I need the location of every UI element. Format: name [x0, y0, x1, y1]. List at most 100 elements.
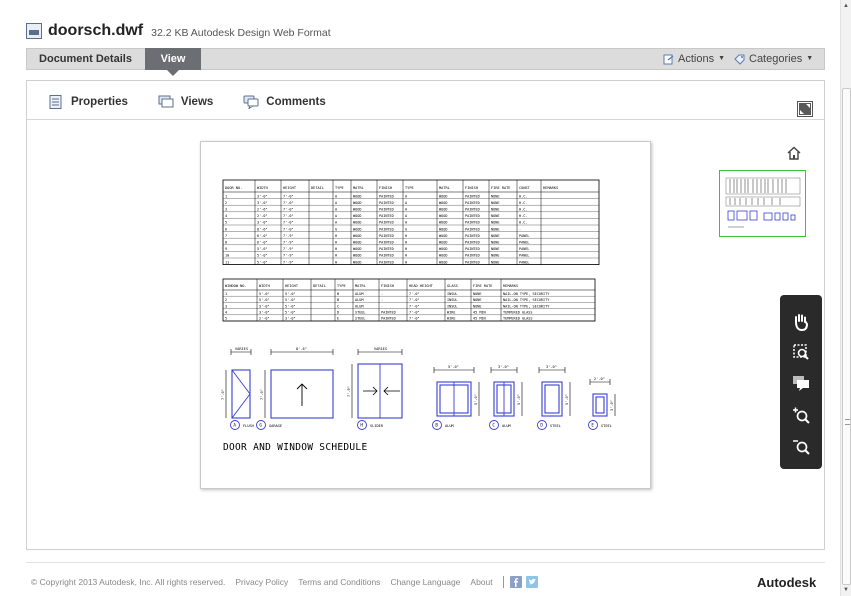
page-scrollbar[interactable]: ▲ ▼ [840, 0, 851, 596]
window-schedule-cell: 7'-0" [409, 292, 420, 296]
terms-link[interactable]: Terms and Conditions [298, 577, 380, 587]
door-schedule-cell: A [335, 221, 338, 225]
window-schedule-cell: - [381, 298, 383, 302]
door-schedule-cell: 5'-0" [257, 254, 268, 258]
door-schedule-cell: PAINTED [465, 201, 480, 205]
door-schedule-cell: PAINTED [379, 221, 394, 225]
door-schedule-cell: 10 [225, 254, 229, 258]
dimension-label: 3'-0" [498, 365, 509, 369]
door-schedule-cell: WOOD [439, 247, 447, 251]
window-schedule-cell: B [337, 292, 339, 296]
door-schedule-cell: WOOD [439, 241, 447, 245]
dimension-label: 8'-6" [296, 347, 307, 351]
navigation-thumbnail[interactable] [719, 170, 806, 237]
door-schedule-cell: PAINTED [379, 241, 394, 245]
door-schedule-cell: NONE [491, 241, 499, 245]
thumbnail-preview [725, 177, 801, 228]
elevation-label: STEEL [601, 424, 612, 428]
door-schedule-cell: PAINTED [379, 227, 394, 231]
door-schedule-cell: H [335, 247, 337, 251]
window-schedule-cell: WIRE [447, 317, 455, 321]
door-schedule-cell: 7'-9" [283, 260, 294, 264]
window-schedule-header-cell: GLASS [447, 284, 458, 288]
views-icon [158, 95, 174, 108]
expand-icon[interactable] [797, 101, 813, 117]
zoom-out-icon[interactable] [791, 436, 811, 456]
door-schedule-cell: NONE [491, 201, 499, 205]
door-schedule-cell: WOOD [353, 241, 361, 245]
window-schedule-cell: NAIL-ON TYPE, SECURITY [503, 298, 550, 302]
window-schedule-cell: 2 [225, 298, 227, 302]
door-schedule-cell: 2'-6" [257, 208, 268, 212]
window-schedule-cell: 3'-0" [259, 304, 270, 308]
scrollbar-thumb[interactable] [842, 88, 851, 585]
door-schedule-cell: WOOD [353, 254, 361, 258]
door-schedule-cell: NONE [491, 234, 499, 238]
door-schedule-cell: PANEL [519, 260, 530, 264]
autodesk-logo[interactable]: Autodesk [757, 575, 816, 590]
dimension-label: 3'-0" [546, 365, 557, 369]
door-schedule-cell: PAINTED [465, 194, 480, 198]
door-schedule-cell: 2 [225, 201, 227, 205]
door-schedule-cell: 6'-0" [257, 241, 268, 245]
door-schedule-header-cell: HEIGHT [283, 186, 297, 190]
privacy-policy-link[interactable]: Privacy Policy [235, 577, 288, 587]
window-schedule-header-cell: TYPE [337, 284, 346, 288]
markup-comment-icon[interactable] [791, 373, 811, 393]
subtab-properties[interactable]: Properties [48, 95, 128, 109]
facebook-icon[interactable] [509, 576, 522, 588]
window-schedule-cell: - [381, 292, 383, 296]
scroll-up-arrow-icon[interactable]: ▲ [843, 3, 849, 9]
zoom-in-icon[interactable] [791, 405, 811, 425]
subtab-views[interactable]: Views [158, 95, 213, 109]
pan-hand-icon[interactable] [791, 312, 811, 332]
door-schedule-cell: 3'-0" [257, 201, 268, 205]
scroll-down-arrow-icon[interactable]: ▼ [843, 587, 849, 593]
document-tab-bar: Document Details View Actions ▼ Categori… [26, 48, 825, 76]
comments-label: Comments [266, 96, 326, 108]
door-schedule-cell: H.C. [519, 194, 527, 198]
window-schedule-cell: 3 [225, 304, 227, 308]
door-schedule-cell: PAINTED [379, 234, 394, 238]
door-schedule-cell: 6'-0" [257, 234, 268, 238]
door-schedule-cell: WOOD [439, 260, 447, 264]
door-schedule-cell: H [405, 254, 407, 258]
home-icon[interactable] [786, 146, 802, 160]
drawing-sheet[interactable]: DOOR NO. WIDTH HEIGHT DETAIL TYPE MATRL FINISH… [200, 141, 651, 489]
door-schedule-cell: 2'-0" [257, 214, 268, 218]
file-meta: 32.2 KB Autodesk Design Web Format [151, 26, 331, 39]
door-schedule-cell: H [405, 247, 407, 251]
window-schedule-header-cell: HEIGHT [285, 284, 299, 288]
twitter-icon[interactable] [525, 576, 538, 588]
actions-icon [663, 54, 674, 64]
door-schedule-cell: NONE [491, 254, 499, 258]
door-schedule-cell: WOOD [439, 254, 447, 258]
about-link[interactable]: About [470, 577, 492, 587]
window-glazing [544, 384, 560, 414]
change-language-link[interactable]: Change Language [390, 577, 460, 587]
door-schedule-cell: A [405, 201, 408, 205]
door-schedule-header-cell: CONST [519, 186, 531, 190]
door-schedule-cell: 6 [225, 227, 227, 231]
zoom-window-icon[interactable] [791, 342, 811, 362]
categories-menu-button[interactable]: Categories ▼ [734, 49, 813, 69]
door-schedule-cell: A [335, 194, 338, 198]
door-schedule-cell: PAINTED [465, 227, 480, 231]
door-schedule-cell: 7'-0" [283, 194, 294, 198]
door-schedule-cell: H [335, 234, 337, 238]
window-schedule-cell: TEMPERED GLASS [503, 311, 533, 315]
tab-document-details[interactable]: Document Details [27, 48, 144, 70]
subtab-comments[interactable]: Comments [243, 95, 326, 109]
elevation-label: STEEL [550, 424, 561, 428]
door-schedule-cell: H [335, 241, 337, 245]
window-schedule-cell: INSUL [447, 298, 458, 302]
door-schedule-cell: PAINTED [379, 254, 394, 258]
door-schedule-cell: A [335, 201, 338, 205]
door-schedule-cell: NONE [491, 227, 499, 231]
tab-view[interactable]: View [145, 48, 201, 76]
window-schedule-cell: D [337, 311, 339, 315]
actions-menu-button[interactable]: Actions ▼ [663, 49, 725, 69]
door-schedule-header-cell: FIRE RATE [491, 186, 510, 190]
window-schedule-header-cell: WINDOW NO. [225, 284, 247, 288]
door-schedule-cell: WOOD [439, 214, 447, 218]
